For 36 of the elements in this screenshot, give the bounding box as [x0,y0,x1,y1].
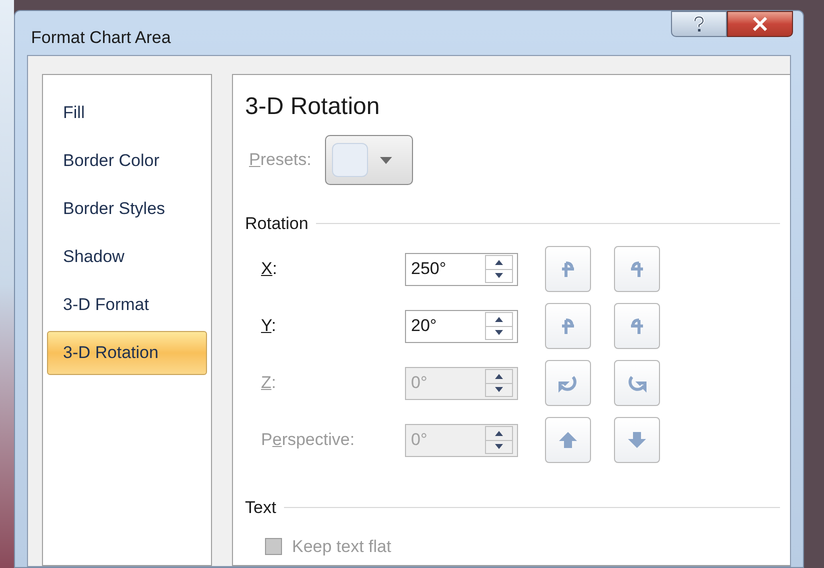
axis-label: Y: [261,316,276,335]
category-item[interactable]: Border Styles [47,187,207,231]
category-item[interactable]: Shadow [47,235,207,279]
axis-label: X: [261,259,278,278]
axis-label: Z: [261,373,276,392]
caret-icon [380,156,392,164]
rotate-button[interactable] [614,360,660,406]
window-title: Format Chart Area [31,27,171,49]
angle-value: 0° [410,372,428,394]
panel-title: 3-D Rotation [245,92,381,122]
close-button[interactable] [727,11,793,37]
section-heading: Rotation [245,213,308,235]
rotate-button[interactable] [614,246,660,292]
category-item[interactable]: 3-D Rotation [47,331,207,375]
preset-swatch [332,143,368,177]
close-icon [752,17,768,31]
category-item[interactable]: Fill [47,91,207,135]
help-button[interactable] [671,11,727,37]
rotate-button[interactable] [545,246,591,292]
angle-spinner[interactable]: 250° [405,252,518,286]
help-icon [693,16,705,32]
rotate-button[interactable] [614,417,660,463]
category-item[interactable]: Border Color [47,139,207,183]
rotate-button[interactable] [545,303,591,349]
axis-label: Perspective: [261,430,355,449]
angle-value: 20° [410,315,438,338]
angle-spinner[interactable]: 20° [405,310,518,342]
category-item[interactable]: 3-D Format [47,283,207,327]
angle-value: 250° [410,258,448,280]
rotate-button[interactable] [614,303,660,349]
rotate-button[interactable] [545,417,591,463]
presets-label: Presets: [249,149,312,172]
angle-value: 0° [410,429,428,452]
rotate-button[interactable] [545,360,591,406]
section-heading: Text [245,496,276,518]
checkbox-label: Keep text flat [292,536,392,558]
